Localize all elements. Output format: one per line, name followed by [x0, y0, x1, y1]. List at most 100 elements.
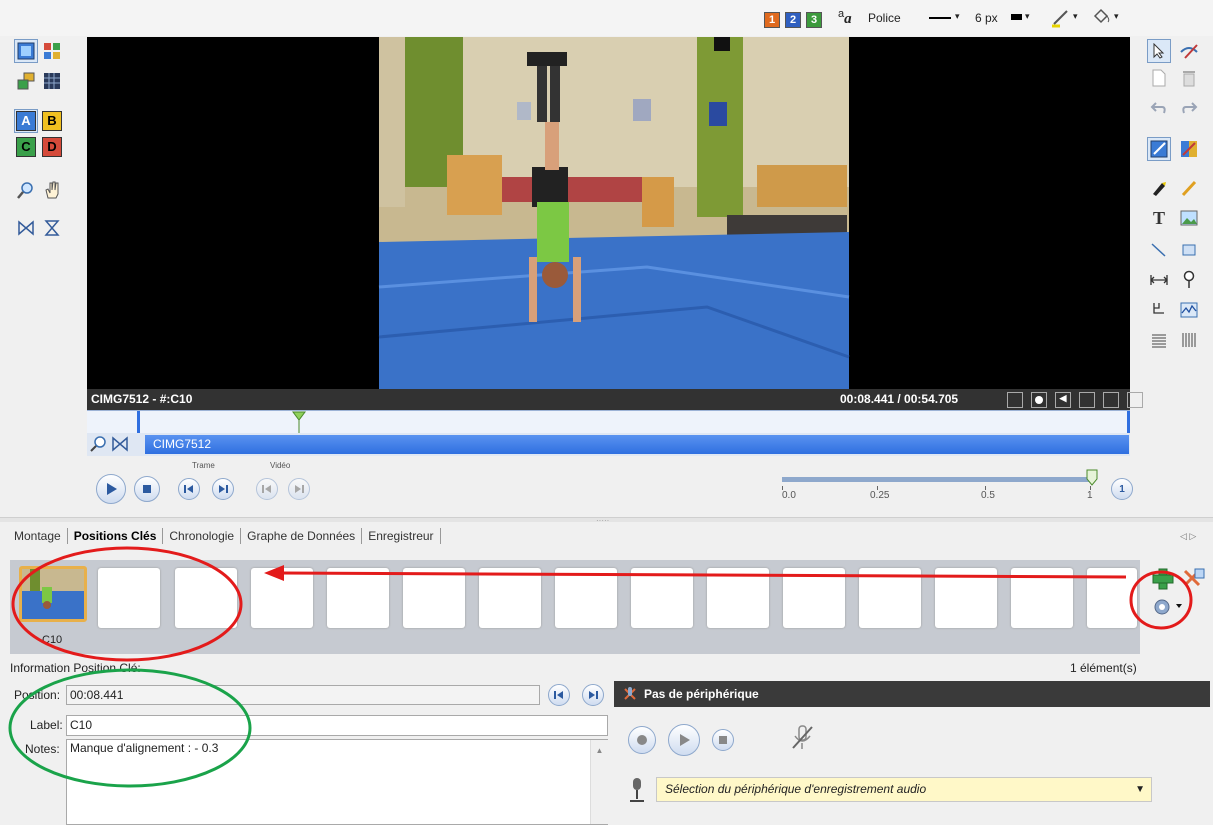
crosshair-icon: [1153, 303, 1164, 314]
video-label: Vidéo: [270, 461, 291, 470]
page-icon: [1152, 69, 1166, 87]
measure-tool-button[interactable]: [1147, 268, 1171, 292]
magnifier-icon[interactable]: [89, 435, 107, 453]
grid-1-button[interactable]: 1: [764, 12, 780, 28]
dual-view-button[interactable]: [14, 69, 38, 93]
pointer-tool-button[interactable]: [1147, 39, 1171, 63]
rectangle-tool-button[interactable]: [1177, 238, 1201, 262]
mosaic-view-button[interactable]: [40, 69, 64, 93]
label-input[interactable]: C10: [66, 715, 608, 736]
delete-button[interactable]: [1177, 66, 1201, 90]
pencil-button[interactable]: [1177, 176, 1201, 200]
letter-b-icon: B: [42, 111, 62, 131]
play-button[interactable]: [96, 474, 126, 504]
tab-bar: Montage Positions Clés Chronologie Graphe d…: [8, 528, 1208, 552]
stop-icon: [719, 736, 727, 744]
sync-button[interactable]: [14, 216, 38, 240]
pan-button[interactable]: [40, 178, 64, 202]
vertical-lines-button[interactable]: [1177, 328, 1201, 352]
next-keyframe-button[interactable]: [582, 684, 604, 706]
next-frame-button[interactable]: [212, 478, 234, 500]
record-icon[interactable]: [1031, 392, 1047, 408]
add-keyframe-button[interactable]: [1150, 566, 1176, 592]
audio-device-select[interactable]: Sélection du périphérique d'enregistreme…: [656, 777, 1152, 802]
new-page-button[interactable]: [1147, 66, 1171, 90]
keyframe-thumbnail[interactable]: [19, 566, 87, 622]
tab-positions-cles[interactable]: Positions Clés: [68, 528, 164, 544]
view-c-button[interactable]: C: [14, 135, 38, 159]
recorder-stop-button[interactable]: [712, 729, 734, 751]
sync-icon[interactable]: [1079, 392, 1095, 408]
selection-end-marker[interactable]: [1127, 411, 1130, 433]
notes-scrollbar[interactable]: ▲: [590, 740, 608, 824]
grid-lines-button[interactable]: [1147, 328, 1171, 352]
marker-button[interactable]: [1147, 176, 1171, 200]
playhead-marker[interactable]: [291, 411, 307, 433]
stop-button[interactable]: [134, 476, 160, 502]
fill-bucket-icon[interactable]: [1090, 6, 1112, 28]
empty-keyframe-slot: [1011, 568, 1073, 628]
previous-frame-button[interactable]: [178, 478, 200, 500]
view-d-button[interactable]: D: [40, 135, 64, 159]
speed-reset-button[interactable]: 1: [1111, 478, 1133, 500]
image-tool-button[interactable]: [1177, 206, 1201, 230]
notes-textarea[interactable]: Manque d'alignement : - 0.3: [66, 739, 608, 825]
scroll-up-icon: ▲: [595, 746, 604, 755]
timeline-track[interactable]: [87, 410, 1130, 434]
undo-button[interactable]: [1147, 96, 1171, 120]
view-b-button[interactable]: B: [40, 109, 64, 133]
tab-graphe-donnees[interactable]: Graphe de Données: [241, 528, 363, 544]
record-button[interactable]: [628, 726, 656, 754]
last-frame-button[interactable]: [288, 478, 310, 500]
previous-keyframe-button[interactable]: [548, 684, 570, 706]
magic-tool-button[interactable]: [1177, 39, 1201, 63]
drawing-mode-button[interactable]: [1147, 137, 1171, 161]
tab-chronologie[interactable]: Chronologie: [163, 528, 242, 544]
line-style-icon[interactable]: [929, 17, 951, 19]
speed-slider[interactable]: 0.0 0.25 0.5 1: [782, 469, 1098, 514]
zoom-button[interactable]: [14, 178, 38, 202]
stop-icon: [143, 485, 151, 493]
grid-2-button[interactable]: 2: [785, 12, 801, 28]
delete-keyframe-button[interactable]: [1180, 566, 1206, 592]
clip-segment[interactable]: CIMG7512: [145, 435, 1129, 454]
video-viewport[interactable]: [87, 37, 1130, 389]
timecode: 00:08.441 / 00:54.705: [840, 392, 959, 406]
close-view-icon[interactable]: [1127, 392, 1143, 408]
recorder-play-button[interactable]: [668, 724, 700, 756]
redo-button[interactable]: [1177, 96, 1201, 120]
size-label[interactable]: 6 px: [975, 11, 998, 25]
line-tool-button[interactable]: [1147, 238, 1171, 262]
hourglass-button[interactable]: [40, 216, 64, 240]
step-forward-icon: [589, 691, 598, 699]
speed-slider-thumb[interactable]: [1085, 469, 1099, 489]
first-frame-button[interactable]: [256, 478, 278, 500]
highlighter-icon[interactable]: [1050, 6, 1072, 28]
view-a-button[interactable]: A: [14, 109, 38, 133]
tab-scroll-icon[interactable]: ◁ ▷: [1180, 531, 1196, 542]
mute-microphone-icon[interactable]: [790, 724, 816, 752]
font-icon[interactable]: aa: [838, 8, 852, 28]
snapshot-icon[interactable]: [1007, 392, 1023, 408]
speaker-icon[interactable]: ◀: [1055, 392, 1071, 408]
grid-3-button[interactable]: 3: [806, 12, 822, 28]
pin-tool-button[interactable]: [1177, 268, 1201, 292]
color-board-button[interactable]: [1177, 137, 1201, 161]
bowtie-icon[interactable]: [111, 435, 129, 453]
single-view-button[interactable]: [14, 39, 38, 63]
left-tool-panel: A B C D: [0, 36, 87, 511]
color-swatch-icon[interactable]: [1011, 14, 1022, 20]
position-field: 00:08.441: [66, 685, 540, 705]
vertical-lines-icon: [1182, 333, 1196, 347]
tab-montage[interactable]: Montage: [8, 528, 68, 544]
screen-icon[interactable]: [1103, 392, 1119, 408]
tab-enregistreur[interactable]: Enregistreur: [362, 528, 441, 544]
keyframe-options-button[interactable]: [1152, 596, 1186, 618]
crosshair-tool-button[interactable]: [1147, 298, 1171, 322]
draw-board-icon: [1150, 140, 1168, 158]
selection-start-marker[interactable]: [137, 411, 140, 433]
text-tool-button[interactable]: T: [1147, 206, 1171, 230]
chart-tool-button[interactable]: [1177, 298, 1201, 322]
font-label[interactable]: Police: [868, 11, 901, 25]
quad-view-button[interactable]: [40, 39, 64, 63]
